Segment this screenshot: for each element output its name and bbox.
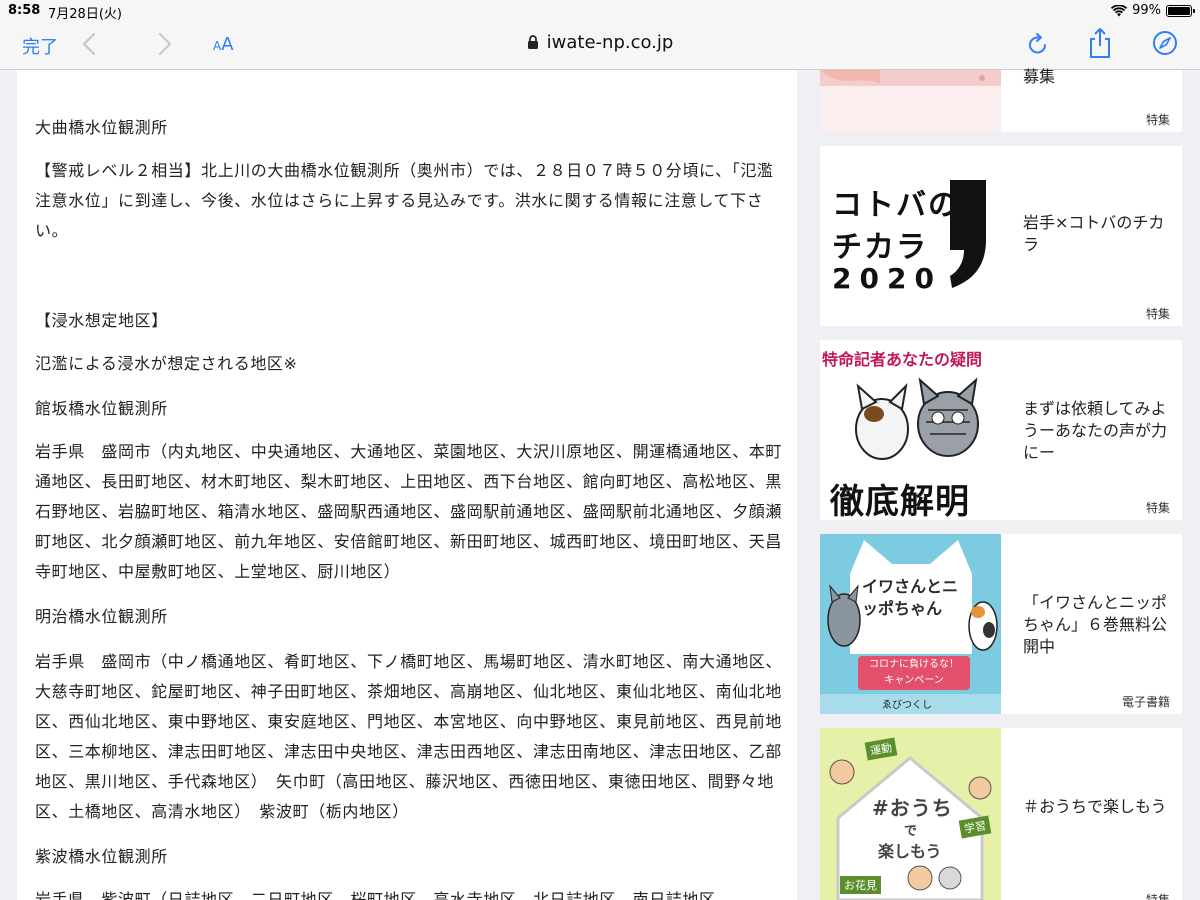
thumb-credit: ゑびつくし xyxy=(882,700,932,711)
sidebar-card[interactable]: イワさんとニッポちゃん コロナに負けるな！ キャンペーン ゑびつくし 「イワさん… xyxy=(820,534,1182,714)
sidebar-card[interactable]: コトバの チカラ 2020 岩手×コトバのチカラ 特集 xyxy=(820,146,1182,326)
calico-cat-icon xyxy=(968,601,998,651)
article-body: 大曲橋水位観測所 【警戒レベル２相当】北上川の大曲橋水位観測所（奥州市）では、２… xyxy=(17,70,797,900)
card-thumbnail: イワさんとニッポちゃん コロナに負けるな！ キャンペーン ゑびつくし xyxy=(820,534,1001,714)
status-date: 7月28日(火) xyxy=(48,7,122,22)
card-thumbnail: コトバの チカラ 2020 xyxy=(820,146,1001,326)
card-title: 募集 xyxy=(1023,67,1056,86)
card-title: 岩手×コトバのチカラ xyxy=(1023,213,1165,254)
url-text: iwate-np.co.jp xyxy=(546,32,674,53)
article-paragraph: 【浸水想定地区】 xyxy=(35,311,168,330)
thumb-banner-line: コロナに負けるな！ xyxy=(869,659,959,670)
wifi-icon xyxy=(1111,4,1128,16)
thumb-main-text: で xyxy=(904,824,918,839)
thumb-banner-line: キャンペーン xyxy=(884,675,944,686)
thumb-text-line: コトバの xyxy=(832,188,960,223)
thumb-heading: 特命記者あなたの疑問 xyxy=(822,350,983,369)
article-paragraph: 館坂橋水位観測所 xyxy=(35,399,168,418)
article-paragraph: 岩手県 紫波町（日詰地区、二日町地区、桜町地区、高水寺地区、北日詰地区、南日詰地… xyxy=(35,890,716,900)
card-tag: 電子書籍 xyxy=(1121,695,1170,709)
thumb-text-line: 2020 xyxy=(832,262,942,295)
article-paragraph: 氾濫による浸水が想定される地区※ xyxy=(35,354,298,373)
card-thumbnail: 特命記者あなたの疑問 徹底解明 xyxy=(820,340,1001,520)
share-icon[interactable] xyxy=(1087,27,1113,59)
card-tag: 特集 xyxy=(1145,307,1170,321)
sidebar-card[interactable]: 運動 学習 お花見 #おうち で 楽しもう ＃おうちで楽しもう 特集 xyxy=(820,728,1182,900)
article-paragraph: 大曲橋水位観測所 xyxy=(35,118,168,137)
card-tag: 特集 xyxy=(1145,501,1170,515)
card-title: まずは依頼してみようーあなたの声が力にー xyxy=(1023,399,1168,462)
status-time: 8:58 xyxy=(8,3,41,18)
battery-percent: 99% xyxy=(1132,3,1161,18)
card-thumbnail: 運動 学習 お花見 #おうち で 楽しもう xyxy=(820,728,1001,900)
browser-toolbar: 完了 AA iwate-np.co.jp xyxy=(0,22,1200,70)
thumb-sign: お花見 xyxy=(840,876,881,894)
status-bar: 8:58 7月28日(火) 99% xyxy=(0,0,1200,22)
reload-icon[interactable] xyxy=(1026,31,1050,57)
thumb-main-text: 楽しもう xyxy=(878,842,942,861)
thumb-text-line: チカラ xyxy=(832,230,928,265)
sidebar-card[interactable]: 募集 特集 xyxy=(820,67,1182,132)
compass-icon[interactable] xyxy=(1152,30,1178,56)
thumb-caption: 徹底解明 xyxy=(830,482,970,520)
card-tag: 特集 xyxy=(1145,893,1170,900)
lock-icon xyxy=(527,35,538,49)
article-paragraph: 岩手県 盛岡市（中ノ橋通地区、肴町地区、下ノ橋町地区、馬場町地区、清水町地区、南… xyxy=(35,652,783,821)
article-paragraph: 【警戒レベル２相当】北上川の大曲橋水位観測所（奥州市）では、２８日０７時５０分頃… xyxy=(35,161,774,240)
thumb-banner: コロナに負けるな！ キャンペーン xyxy=(858,656,970,690)
cat-character-icon xyxy=(827,584,861,647)
card-title: 「イワさんとニッポちゃん」６巻無料公開中 xyxy=(1023,593,1168,656)
thumb-main-text: #おうち xyxy=(872,796,953,820)
comma-icon xyxy=(950,180,986,288)
cat-character-icon xyxy=(855,377,979,460)
address-bar[interactable]: iwate-np.co.jp xyxy=(0,32,1200,53)
article-paragraph: 岩手県 盛岡市（内丸地区、中央通地区、大通地区、菜園地区、大沢川原地区、開運橋通… xyxy=(35,442,783,581)
status-right: 99% xyxy=(1111,3,1195,18)
thumb-title: イワさんとニッポちゃん xyxy=(862,577,959,618)
card-thumbnail xyxy=(820,70,1001,132)
article-paragraph: 紫波橋水位観測所 xyxy=(35,847,168,866)
article-paragraph: 明治橋水位観測所 xyxy=(35,607,168,626)
card-title: ＃おうちで楽しもう xyxy=(1023,797,1167,816)
card-tag: 特集 xyxy=(1145,113,1170,127)
battery-icon xyxy=(1166,4,1195,17)
sidebar-card[interactable]: 特命記者あなたの疑問 徹底解明 まずは依頼してみようーあなたの声が力にー 特集 xyxy=(820,340,1182,520)
